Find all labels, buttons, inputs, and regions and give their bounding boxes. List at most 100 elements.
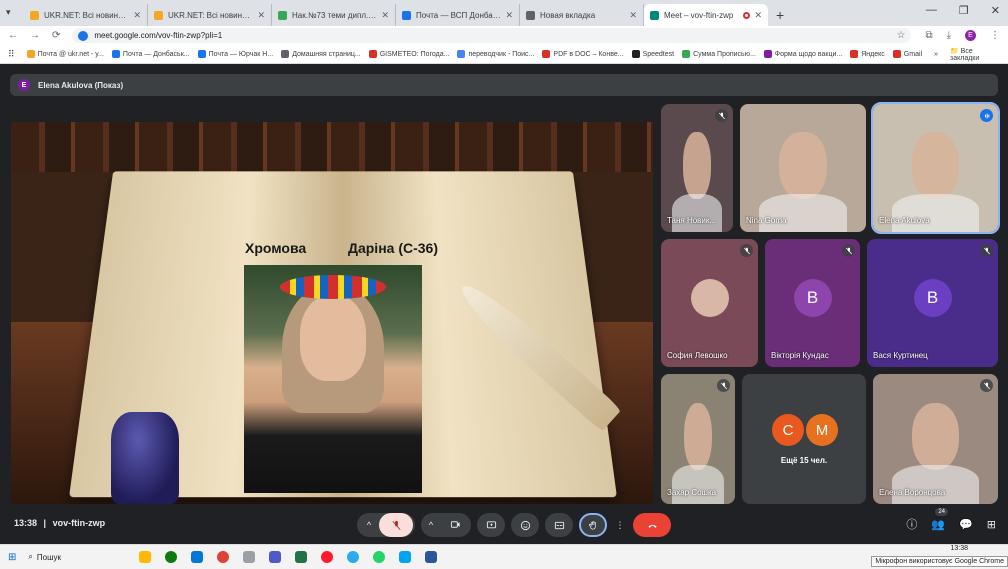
opera-icon[interactable] <box>321 551 333 563</box>
new-tab-button[interactable]: + <box>776 4 784 26</box>
bookmarks-bar: ⠿ Почта @ ukr.net - у... Почта — Донбаськ… <box>0 45 1008 64</box>
maximize-icon[interactable]: ❐ <box>959 4 969 17</box>
tab-search-icon[interactable]: ▾ <box>6 7 11 18</box>
presentation-stage[interactable]: Хромова Даріна (С-36) <box>11 122 653 504</box>
more-options-kebab-icon[interactable]: ⋮ <box>613 513 627 537</box>
more-bookmarks-button[interactable]: » <box>934 51 938 58</box>
taskbar-clock[interactable]: 13:38 <box>950 545 968 552</box>
tab-close-icon[interactable]: ✕ <box>257 10 265 21</box>
tab-close-icon[interactable]: ✕ <box>381 10 389 21</box>
reload-icon[interactable]: ⟳ <box>52 30 60 41</box>
present-screen-button[interactable] <box>477 513 505 537</box>
participant-tile[interactable]: Захар Сошка <box>661 374 735 504</box>
forward-icon[interactable]: → <box>30 30 40 41</box>
browser-tab-0[interactable]: UKR.NET: Всі новини України, о✕ <box>24 4 148 26</box>
chrome-icon[interactable] <box>217 551 229 563</box>
browser-tab-4[interactable]: Новая вкладка ✕ <box>520 4 644 26</box>
bookmark-label: Gmail <box>903 50 923 58</box>
extensions-icon[interactable]: ⧉ <box>925 30 932 41</box>
bookmark-favicon-icon <box>892 50 901 58</box>
chat-icon[interactable]: 💬 <box>959 518 973 531</box>
all-bookmarks-folder[interactable]: 📁 Все закладки <box>950 47 1000 62</box>
window-controls: — ❐ ✕ <box>926 4 1000 17</box>
apps-grid-icon[interactable]: ⠿ <box>8 49 15 60</box>
bookmark-item[interactable]: Домашняя страниц... <box>281 50 361 58</box>
participant-tile[interactable]: В Вікторія Кундас <box>765 239 860 367</box>
close-window-icon[interactable]: ✕ <box>991 4 1000 17</box>
bookmark-item[interactable]: Почта @ ukr.net - у... <box>26 50 104 58</box>
raise-hand-button[interactable] <box>579 513 607 537</box>
tab-close-icon[interactable]: ✕ <box>133 10 141 21</box>
browser-tab-2[interactable]: Нак.№73 теми дипл. проектів ✕ <box>272 4 396 26</box>
all-bookmarks-label: Все закладки <box>949 47 980 62</box>
bookmark-item[interactable]: переводчик - Поис... <box>457 50 534 58</box>
participant-tile[interactable]: Елена Воронцова <box>873 374 998 504</box>
calculator-icon[interactable] <box>295 551 307 563</box>
participant-name: София Левошко <box>667 351 728 360</box>
participant-video <box>683 402 713 471</box>
site-info-icon[interactable] <box>78 30 89 41</box>
menu-kebab-icon[interactable]: ⋮ <box>990 30 1000 41</box>
bookmark-item[interactable]: Speedtest <box>631 50 674 58</box>
file-explorer-icon[interactable] <box>139 551 151 563</box>
bookmark-item[interactable]: Почта — Юрчак Н... <box>197 50 273 58</box>
bookmark-item[interactable]: PDF в DOC – Конве... <box>542 50 624 58</box>
muted-mic-icon <box>980 379 993 392</box>
mic-options-chevron-icon[interactable]: ^ <box>359 520 379 530</box>
word-icon[interactable] <box>425 551 437 563</box>
tab-close-icon[interactable]: ✕ <box>505 10 513 21</box>
teams-icon[interactable] <box>269 551 281 563</box>
muted-mic-icon <box>715 109 728 122</box>
tab-title: Новая вкладка <box>540 10 596 20</box>
tab-close-icon[interactable]: ✕ <box>754 10 762 21</box>
camera-control: ^ <box>421 513 471 537</box>
bookmark-favicon-icon <box>111 50 120 58</box>
participant-tile[interactable]: София Левошко <box>661 239 758 367</box>
back-icon[interactable]: ← <box>8 30 18 41</box>
bookmark-favicon-icon <box>26 50 35 58</box>
download-icon[interactable]: ⤓ <box>947 30 951 41</box>
camera-button[interactable] <box>440 519 470 532</box>
tab-close-icon[interactable]: ✕ <box>629 10 637 21</box>
telegram-icon[interactable] <box>347 551 359 563</box>
taskbar-search-label[interactable]: Пошук <box>37 553 61 562</box>
bookmark-item[interactable]: Яндекс <box>850 50 885 58</box>
profile-avatar[interactable]: E <box>965 30 976 41</box>
bookmark-item[interactable]: Форма щодо вакци... <box>763 50 842 58</box>
windows-start-icon[interactable]: ⊞ <box>8 552 16 563</box>
camera-options-chevron-icon[interactable]: ^ <box>422 520 440 530</box>
participant-tile[interactable]: Elena Akulova <box>871 102 1000 234</box>
participant-tile[interactable]: Nina Goma <box>740 104 866 232</box>
bookmark-item[interactable]: GISMETEO: Погода... <box>368 50 450 58</box>
bookmark-item[interactable]: Почта — Донбаськ... <box>111 50 190 58</box>
activities-icon[interactable]: ⊞ <box>987 518 996 531</box>
browser-tab-1[interactable]: UKR.NET: Всі новини України, о✕ <box>148 4 272 26</box>
outlook-icon[interactable] <box>191 551 203 563</box>
bookmark-label: GISMETEO: Погода... <box>379 50 450 58</box>
browser-tab-5[interactable]: Meet – vov-ftin-zwp ✕ <box>644 4 768 26</box>
people-icon[interactable]: 👥 <box>931 518 945 531</box>
bookmark-label: Почта — Донбаськ... <box>122 50 190 58</box>
participant-tile[interactable]: Таня Новик... <box>661 104 733 232</box>
participant-tile[interactable]: В Вася Куртинец <box>867 239 998 367</box>
app-icon[interactable] <box>243 551 255 563</box>
flower-crown <box>280 275 386 299</box>
leave-call-button[interactable] <box>633 513 671 537</box>
mic-off-button[interactable] <box>379 513 413 537</box>
bookmark-item[interactable]: Сумма Прописью... <box>682 50 756 58</box>
edge-icon[interactable] <box>165 551 177 563</box>
bookmark-star-icon[interactable]: ☆ <box>896 30 905 41</box>
more-avatar: М <box>806 414 838 446</box>
url-input[interactable]: meet.google.com/vov-ftin-zwp?pli=1 ☆ <box>72 28 912 43</box>
browser-tab-3[interactable]: Почта — ВСП Донбаський аг ✕ <box>396 4 520 26</box>
bookmark-item[interactable]: Gmail <box>892 50 923 58</box>
minimize-icon[interactable]: — <box>926 4 937 17</box>
store-icon[interactable] <box>399 551 411 563</box>
meeting-info-icon[interactable]: ⓘ <box>906 516 917 532</box>
camera-icon <box>450 520 460 528</box>
taskbar-search-icon[interactable]: ⌕ <box>28 552 32 562</box>
whatsapp-icon[interactable] <box>373 551 385 563</box>
reactions-button[interactable] <box>511 513 539 537</box>
captions-button[interactable] <box>545 513 573 537</box>
participant-tile[interactable]: С М Ещё 15 чел. <box>742 374 866 504</box>
